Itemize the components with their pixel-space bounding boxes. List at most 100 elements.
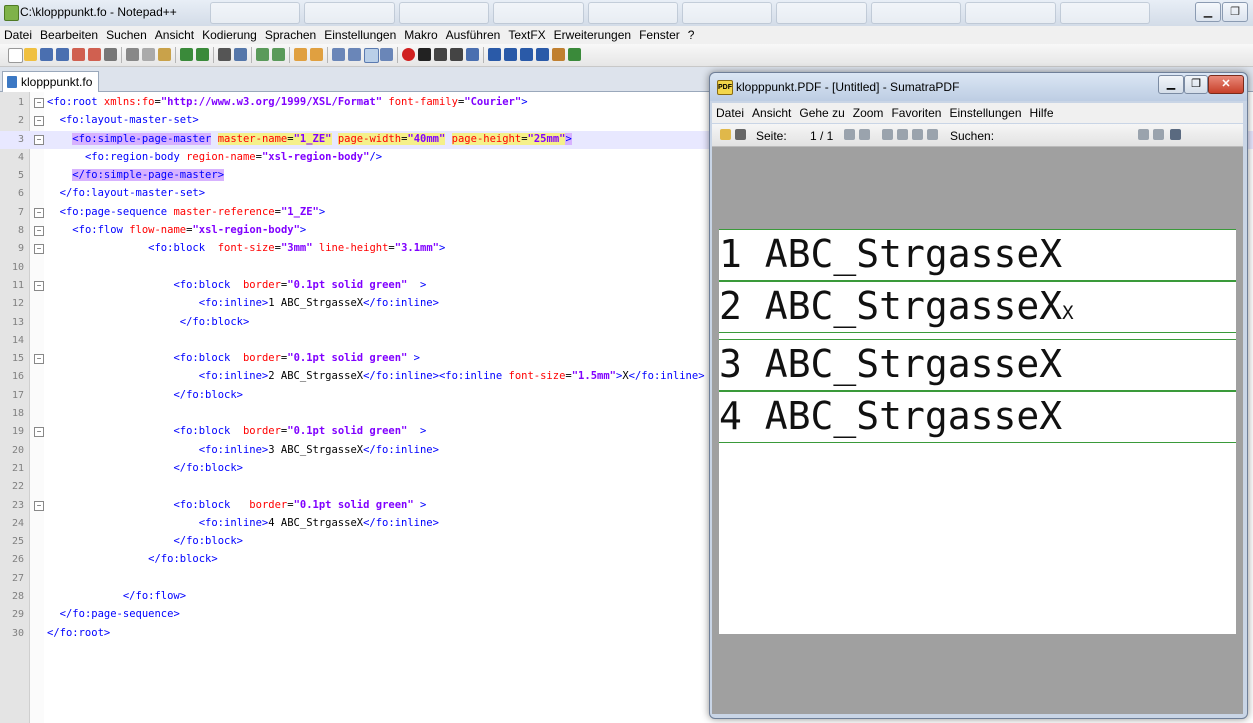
match-case-icon[interactable] xyxy=(1170,129,1181,140)
plugin-icon[interactable] xyxy=(552,48,565,61)
print-icon[interactable] xyxy=(735,129,746,140)
fold-toggle-icon[interactable]: − xyxy=(34,134,44,145)
sumatra-menu-item[interactable]: Ansicht xyxy=(748,106,795,120)
fold-toggle-icon[interactable]: − xyxy=(34,280,44,291)
menu-item[interactable]: Makro xyxy=(400,28,441,42)
menu-item[interactable]: Fenster xyxy=(635,28,684,42)
sumatra-minimize-button[interactable]: ▁ xyxy=(1158,75,1184,94)
stop-macro-icon[interactable] xyxy=(418,48,431,61)
menu-item[interactable]: Ansicht xyxy=(151,28,198,42)
restore-button[interactable]: ❐ xyxy=(1222,2,1248,22)
save-macro-icon[interactable] xyxy=(466,48,479,61)
line-number: 26 xyxy=(11,554,24,566)
new-file-icon[interactable] xyxy=(8,48,23,63)
menu-item[interactable]: Einstellungen xyxy=(320,28,400,42)
sumatra-close-button[interactable]: ✕ xyxy=(1208,75,1244,94)
cut-icon[interactable] xyxy=(126,48,139,61)
save-icon[interactable] xyxy=(40,48,53,61)
redo-icon[interactable] xyxy=(196,48,209,61)
sort-icon[interactable] xyxy=(488,48,501,61)
undo-icon[interactable] xyxy=(180,48,193,61)
tab-klopppunkt[interactable]: klopppunkt.fo xyxy=(2,71,100,92)
code-token: </fo:block> xyxy=(173,388,243,401)
save-all-icon[interactable] xyxy=(56,48,69,61)
code-token: "3.1mm" xyxy=(394,242,440,255)
copy-icon[interactable] xyxy=(142,48,155,61)
line-number: 30 xyxy=(11,627,24,639)
code-token: <fo:inline> xyxy=(198,516,269,529)
sync-vertical-icon[interactable] xyxy=(294,48,307,61)
next-page-icon[interactable] xyxy=(859,129,870,140)
sumatra-menu-item[interactable]: Zoom xyxy=(849,106,888,120)
open-icon[interactable] xyxy=(720,129,731,140)
sumatra-menu-item[interactable]: Gehe zu xyxy=(795,106,848,120)
sync-horizontal-icon[interactable] xyxy=(310,48,323,61)
paste-icon[interactable] xyxy=(158,48,171,61)
code-token: </fo:block> xyxy=(148,553,218,566)
indent-guide-icon[interactable] xyxy=(364,48,379,63)
find-prev-icon[interactable] xyxy=(1138,129,1149,140)
fold-toggle-icon[interactable]: − xyxy=(34,226,44,237)
replace-icon[interactable] xyxy=(234,48,247,61)
sumatra-menu-item[interactable]: Einstellungen xyxy=(945,106,1025,120)
code-token: "xsl-region-body" xyxy=(261,150,370,163)
zoom-in-icon[interactable] xyxy=(927,129,938,140)
fit-page-icon[interactable] xyxy=(882,129,893,140)
fold-toggle-icon[interactable]: − xyxy=(34,98,44,108)
open-file-icon[interactable] xyxy=(24,48,37,61)
line-number: 8 xyxy=(17,225,24,237)
zoom-out-icon[interactable] xyxy=(912,129,923,140)
menu-item[interactable]: Bearbeiten xyxy=(36,28,102,42)
prev-page-icon[interactable] xyxy=(844,129,855,140)
minimize-button[interactable]: ▁ xyxy=(1195,2,1221,22)
sumatra-menu-item[interactable]: Hilfe xyxy=(1026,106,1058,120)
find-icon[interactable] xyxy=(218,48,231,61)
close-all-icon[interactable] xyxy=(88,48,101,61)
show-all-chars-icon[interactable] xyxy=(348,48,361,61)
pdf-canvas[interactable]: 1 ABC_StrgasseX 2 ABC_StrgasseXX 3 ABC_Str… xyxy=(712,147,1243,714)
line-number: 21 xyxy=(11,462,24,474)
sumatra-menu-item[interactable]: Favoriten xyxy=(887,106,945,120)
record-macro-icon[interactable] xyxy=(402,48,415,61)
code-token: <fo:simple-page-master xyxy=(72,132,212,145)
print-icon[interactable] xyxy=(104,48,117,61)
find-next-icon[interactable] xyxy=(1153,129,1164,140)
menu-item[interactable]: Erweiterungen xyxy=(550,28,635,42)
fold-toggle-icon[interactable]: − xyxy=(34,207,44,218)
down-arrow-icon[interactable] xyxy=(520,48,533,61)
menu-item[interactable]: Ausführen xyxy=(442,28,505,42)
sumatra-menu-item[interactable]: Datei xyxy=(712,106,748,120)
fold-toggle-icon[interactable]: − xyxy=(34,427,44,438)
line-number: 9 xyxy=(17,243,24,255)
fold-toggle-icon[interactable]: − xyxy=(34,354,44,365)
sumatra-restore-button[interactable]: ❐ xyxy=(1184,75,1208,94)
menu-item[interactable]: TextFX xyxy=(504,28,549,42)
code-token: master-reference xyxy=(173,205,275,218)
fold-toggle-icon[interactable]: − xyxy=(34,244,44,255)
code-token: border xyxy=(249,498,288,511)
menu-item[interactable]: ? xyxy=(684,28,699,42)
user-lang-icon[interactable] xyxy=(380,48,393,61)
code-token: </fo:block> xyxy=(173,535,243,548)
zoom-out-icon[interactable] xyxy=(272,48,285,61)
play-macro-icon[interactable] xyxy=(434,48,447,61)
menu-item[interactable]: Kodierung xyxy=(198,28,261,42)
word-wrap-icon[interactable] xyxy=(332,48,345,61)
fold-toggle-icon[interactable]: − xyxy=(34,500,44,511)
close-file-icon[interactable] xyxy=(72,48,85,61)
fold-toggle-icon[interactable]: − xyxy=(34,116,44,127)
menu-item[interactable]: Suchen xyxy=(102,28,151,42)
up-arrow-icon[interactable] xyxy=(504,48,517,61)
sum-icon[interactable] xyxy=(536,48,549,61)
spellcheck-icon[interactable] xyxy=(568,48,581,61)
zoom-in-icon[interactable] xyxy=(256,48,269,61)
fit-width-icon[interactable] xyxy=(897,129,908,140)
page-number-field[interactable]: 1 / 1 xyxy=(810,129,833,143)
menu-item[interactable]: Sprachen xyxy=(261,28,320,42)
menu-item[interactable]: Datei xyxy=(0,28,36,42)
play-multiple-icon[interactable] xyxy=(450,48,463,61)
